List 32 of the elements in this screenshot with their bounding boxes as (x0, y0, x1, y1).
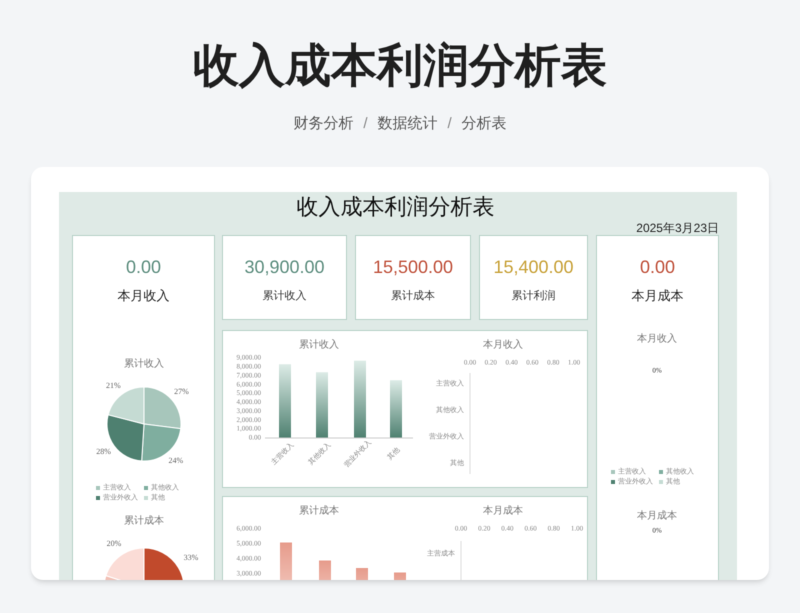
percent-label: 20% (106, 538, 122, 548)
breadcrumb-separator: / (363, 114, 368, 134)
page-title: 收入成本利润分析表 (193, 38, 607, 92)
breadcrumb-separator: / (448, 114, 452, 134)
kpi-value: 0.00 (638, 257, 676, 277)
report-date: 2025年3月23日 (636, 221, 719, 235)
breadcrumb-item[interactable]: 数据统计 (378, 112, 438, 136)
kpi-value: 15,400.00 (492, 257, 575, 277)
percent-label: 33% (184, 552, 198, 562)
chart-title: 累计成本 (124, 515, 164, 526)
chart-title: 本月成本 (483, 505, 523, 516)
kpi-label: 本月收入 (116, 287, 170, 305)
kpi-value: 15,500.00 (372, 257, 454, 277)
chart-title: 本月收入 (483, 339, 523, 350)
kpi-label: 累计成本 (390, 289, 436, 304)
kpi-label: 累计收入 (262, 289, 308, 304)
chart-title: 本月收入 (637, 333, 677, 344)
percent-label: 28% (96, 447, 111, 456)
kpi-value: 0.00 (124, 257, 162, 277)
breadcrumb-item[interactable]: 分析表 (462, 112, 507, 136)
kpi-label: 本月成本 (630, 287, 684, 305)
chart-title: 累计成本 (299, 505, 339, 516)
sheet-title: 收入成本利润分析表 (296, 193, 496, 221)
chart-title: 累计收入 (299, 339, 339, 350)
percent-label: 21% (106, 380, 121, 390)
percent-label: 27% (174, 387, 189, 396)
breadcrumb-item[interactable]: 财务分析 (293, 112, 354, 136)
kpi-label: 累计利润 (510, 289, 556, 304)
chart-title: 本月成本 (637, 510, 677, 522)
kpi-value: 30,900.00 (243, 257, 326, 277)
chart-title: 累计收入 (124, 358, 164, 370)
percent-label: 24% (168, 456, 184, 465)
